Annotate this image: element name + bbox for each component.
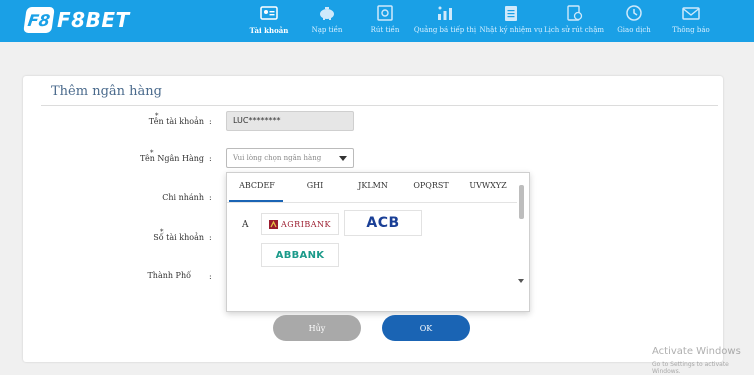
group-letter: A bbox=[242, 220, 249, 230]
bank-select-placeholder: Vui lòng chọn ngân hàng bbox=[233, 154, 322, 162]
scrollbar-thumb[interactable] bbox=[519, 185, 524, 219]
tabs-divider bbox=[227, 202, 517, 203]
mail-icon bbox=[682, 7, 700, 20]
cancel-button[interactable]: Hủy bbox=[273, 315, 361, 341]
nav-label: Quảng bá tiếp thị bbox=[413, 26, 477, 34]
bank-option-agribank[interactable]: AGRIBANK bbox=[261, 213, 339, 235]
tab-opqrst[interactable]: OPQRST bbox=[401, 181, 461, 190]
nav-label: Nhật ký nhiệm vụ bbox=[479, 26, 543, 34]
nav-label: Thông báo bbox=[672, 26, 710, 34]
tab-uvwxyz[interactable]: UVWXYZ bbox=[458, 181, 518, 190]
nav-item-promotion[interactable]: Quảng bá tiếp thị bbox=[414, 0, 476, 42]
bank-name: AGRIBANK bbox=[281, 219, 331, 229]
nav-item-notifications[interactable]: Thông báo bbox=[662, 0, 720, 42]
activate-windows-subtitle: Go to Settings to activate Windows. bbox=[652, 361, 729, 375]
branch-label: Chi nhánh bbox=[162, 193, 204, 202]
scroll-down-arrow-icon[interactable] bbox=[518, 279, 524, 283]
f8bet-logo[interactable]: F8 F8BET bbox=[23, 6, 130, 34]
bank-name: ACB bbox=[366, 215, 400, 231]
account-name-label: Tên tài khoản bbox=[148, 117, 204, 126]
tab-abcdef[interactable]: ABCDEF bbox=[227, 181, 287, 190]
history-icon bbox=[567, 5, 583, 21]
label-colon: : bbox=[209, 272, 212, 281]
bank-name-label: Tên Ngân Hàng bbox=[140, 154, 204, 163]
title-divider bbox=[41, 105, 718, 106]
label-colon: : bbox=[209, 233, 212, 242]
bank-option-abbank[interactable]: ABBANK bbox=[261, 243, 339, 267]
top-navigation-bar: F8 F8BET Tài khoản Nạp tiền Rút tiền Quả… bbox=[0, 0, 754, 42]
label-colon: : bbox=[209, 154, 212, 163]
dropdown-scrollbar[interactable] bbox=[517, 181, 527, 309]
bank-name: ABBANK bbox=[275, 249, 325, 261]
promotion-icon bbox=[438, 6, 452, 20]
clock-icon bbox=[626, 5, 642, 21]
page-title: Thêm ngân hàng bbox=[51, 84, 162, 99]
label-colon: : bbox=[209, 193, 212, 202]
tab-ghi[interactable]: GHI bbox=[285, 181, 345, 190]
nav-item-task-log[interactable]: Nhật ký nhiệm vụ bbox=[480, 0, 543, 42]
account-number-label: Số tài khoản bbox=[153, 233, 204, 242]
nav-item-transactions[interactable]: Giao dịch bbox=[605, 0, 663, 42]
bank-dropdown: ABCDEF GHI JKLMN OPQRST UVWXYZ A AGRIBAN… bbox=[226, 172, 530, 312]
agribank-logo-icon bbox=[269, 219, 278, 229]
activate-windows-title: Activate Windows bbox=[652, 346, 741, 357]
logo-mark: F8 bbox=[23, 7, 55, 33]
label-colon: : bbox=[209, 117, 212, 126]
nav-item-history[interactable]: Lịch sử rút chậm bbox=[544, 0, 604, 42]
task-log-icon bbox=[505, 6, 517, 21]
safe-icon bbox=[377, 5, 393, 21]
chevron-down-icon bbox=[339, 156, 347, 161]
tab-jklmn[interactable]: JKLMN bbox=[343, 181, 403, 190]
account-name-field[interactable]: LUC******** bbox=[226, 111, 354, 131]
bank-option-acb[interactable]: ACB bbox=[344, 210, 422, 236]
nav-item-deposit[interactable]: Nạp tiền bbox=[298, 0, 356, 42]
bank-select[interactable]: Vui lòng chọn ngân hàng bbox=[226, 148, 354, 168]
nav-item-account[interactable]: Tài khoản bbox=[240, 0, 298, 42]
nav-item-withdraw[interactable]: Rút tiền bbox=[356, 0, 414, 42]
account-card-icon bbox=[260, 6, 278, 20]
ok-button[interactable]: OK bbox=[382, 315, 470, 341]
city-label: Thành Phố bbox=[147, 271, 191, 280]
piggy-bank-icon bbox=[320, 7, 334, 20]
logo-text: F8BET bbox=[57, 8, 130, 32]
